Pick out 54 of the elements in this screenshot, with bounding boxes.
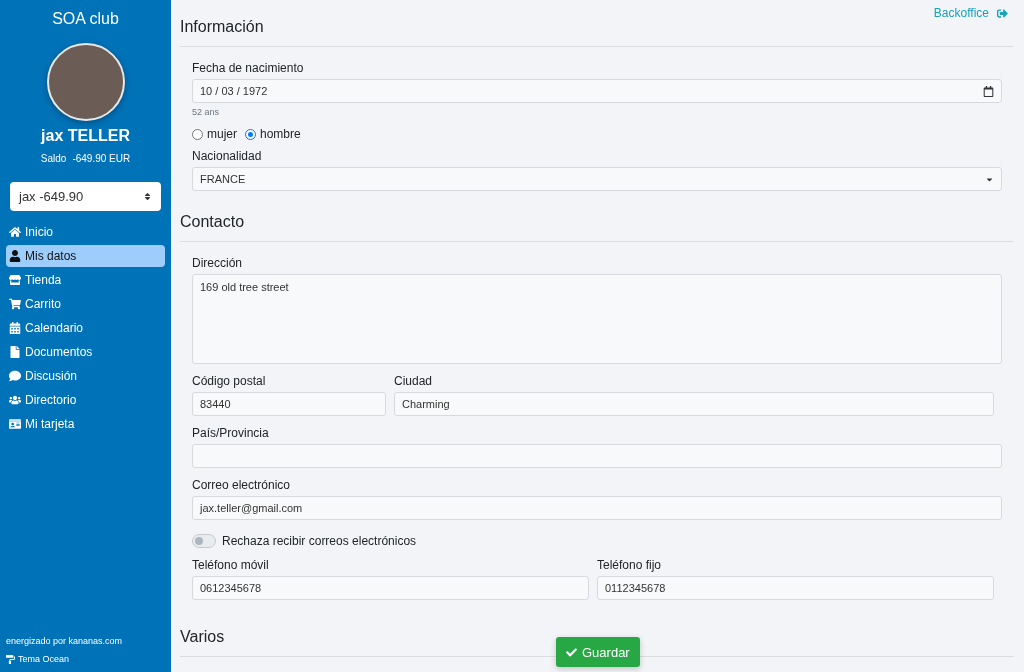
address-field[interactable]: 169 old tree street xyxy=(192,274,1002,364)
email-field[interactable]: jax.teller@gmail.com xyxy=(192,496,1002,520)
toggle-label: Rechaza recibir correos electrónicos xyxy=(222,534,417,548)
field-label: Fecha de nacimiento xyxy=(192,61,305,75)
balance-label: Saldo xyxy=(40,153,67,164)
field-label: Nacionalidad xyxy=(192,149,263,163)
user-icon xyxy=(9,250,21,262)
club-title: SOA club xyxy=(52,10,119,28)
field-label: Teléfono fijo xyxy=(597,558,663,572)
nav-item[interactable]: Mis datos xyxy=(6,245,165,267)
cart-icon xyxy=(9,298,21,310)
nav-item[interactable]: Mi tarjeta xyxy=(6,413,165,435)
landline-phone-field[interactable]: 0112345678 xyxy=(597,576,994,600)
file-icon xyxy=(9,346,21,358)
nav-item[interactable]: Carrito xyxy=(6,293,165,315)
field-label: País/Provincia xyxy=(192,426,270,440)
nav-item[interactable]: Directorio xyxy=(6,389,165,411)
home-icon xyxy=(9,226,21,238)
check-icon xyxy=(566,646,577,658)
users-icon xyxy=(9,394,21,406)
date-field[interactable]: 10 / 03 / 1972 xyxy=(192,79,1002,103)
nav-item[interactable]: Discusión xyxy=(6,365,165,387)
calendar-icon xyxy=(983,85,994,97)
account-select[interactable]: jax -649.90 xyxy=(10,182,161,211)
store-icon xyxy=(9,274,21,286)
nav-item[interactable]: Documentos xyxy=(6,341,165,363)
sign-out-icon xyxy=(997,7,1008,19)
user-name: jax TELLER xyxy=(41,127,130,145)
speech-bubble-icon xyxy=(9,370,21,382)
gender-radio[interactable]: hombre xyxy=(245,127,301,141)
city-field[interactable]: Charming xyxy=(394,392,994,416)
gender-radio[interactable]: mujer xyxy=(192,127,237,141)
field-label: Teléfono móvil xyxy=(192,558,270,572)
age-hint: 52 ans xyxy=(192,107,221,117)
calendar-icon xyxy=(9,322,21,334)
id-card-icon xyxy=(9,418,21,430)
field-label: Ciudad xyxy=(394,374,434,388)
nav-item[interactable]: Inicio xyxy=(6,221,165,243)
paint-roller-icon xyxy=(6,654,15,664)
field-label: Código postal xyxy=(192,374,267,388)
section-heading: Contacto xyxy=(180,201,1014,242)
nav-item[interactable]: Tienda xyxy=(6,269,165,291)
postal-code-field[interactable]: 83440 xyxy=(192,392,386,416)
mobile-phone-field[interactable]: 0612345678 xyxy=(192,576,589,600)
theme-link[interactable]: Tema Ocean xyxy=(6,654,165,664)
field-label: Dirección xyxy=(192,256,243,270)
region-field[interactable] xyxy=(192,444,1002,468)
sort-icon xyxy=(143,192,152,201)
nationality-select[interactable]: FRANCE xyxy=(192,167,1002,191)
balance-value: -649.90 EUR xyxy=(72,153,131,164)
toggle-switch[interactable] xyxy=(192,534,216,548)
powered-by-text: energizado por kananas.com xyxy=(6,636,124,646)
nav-item[interactable]: Calendario xyxy=(6,317,165,339)
field-label: Correo electrónico xyxy=(192,478,292,492)
